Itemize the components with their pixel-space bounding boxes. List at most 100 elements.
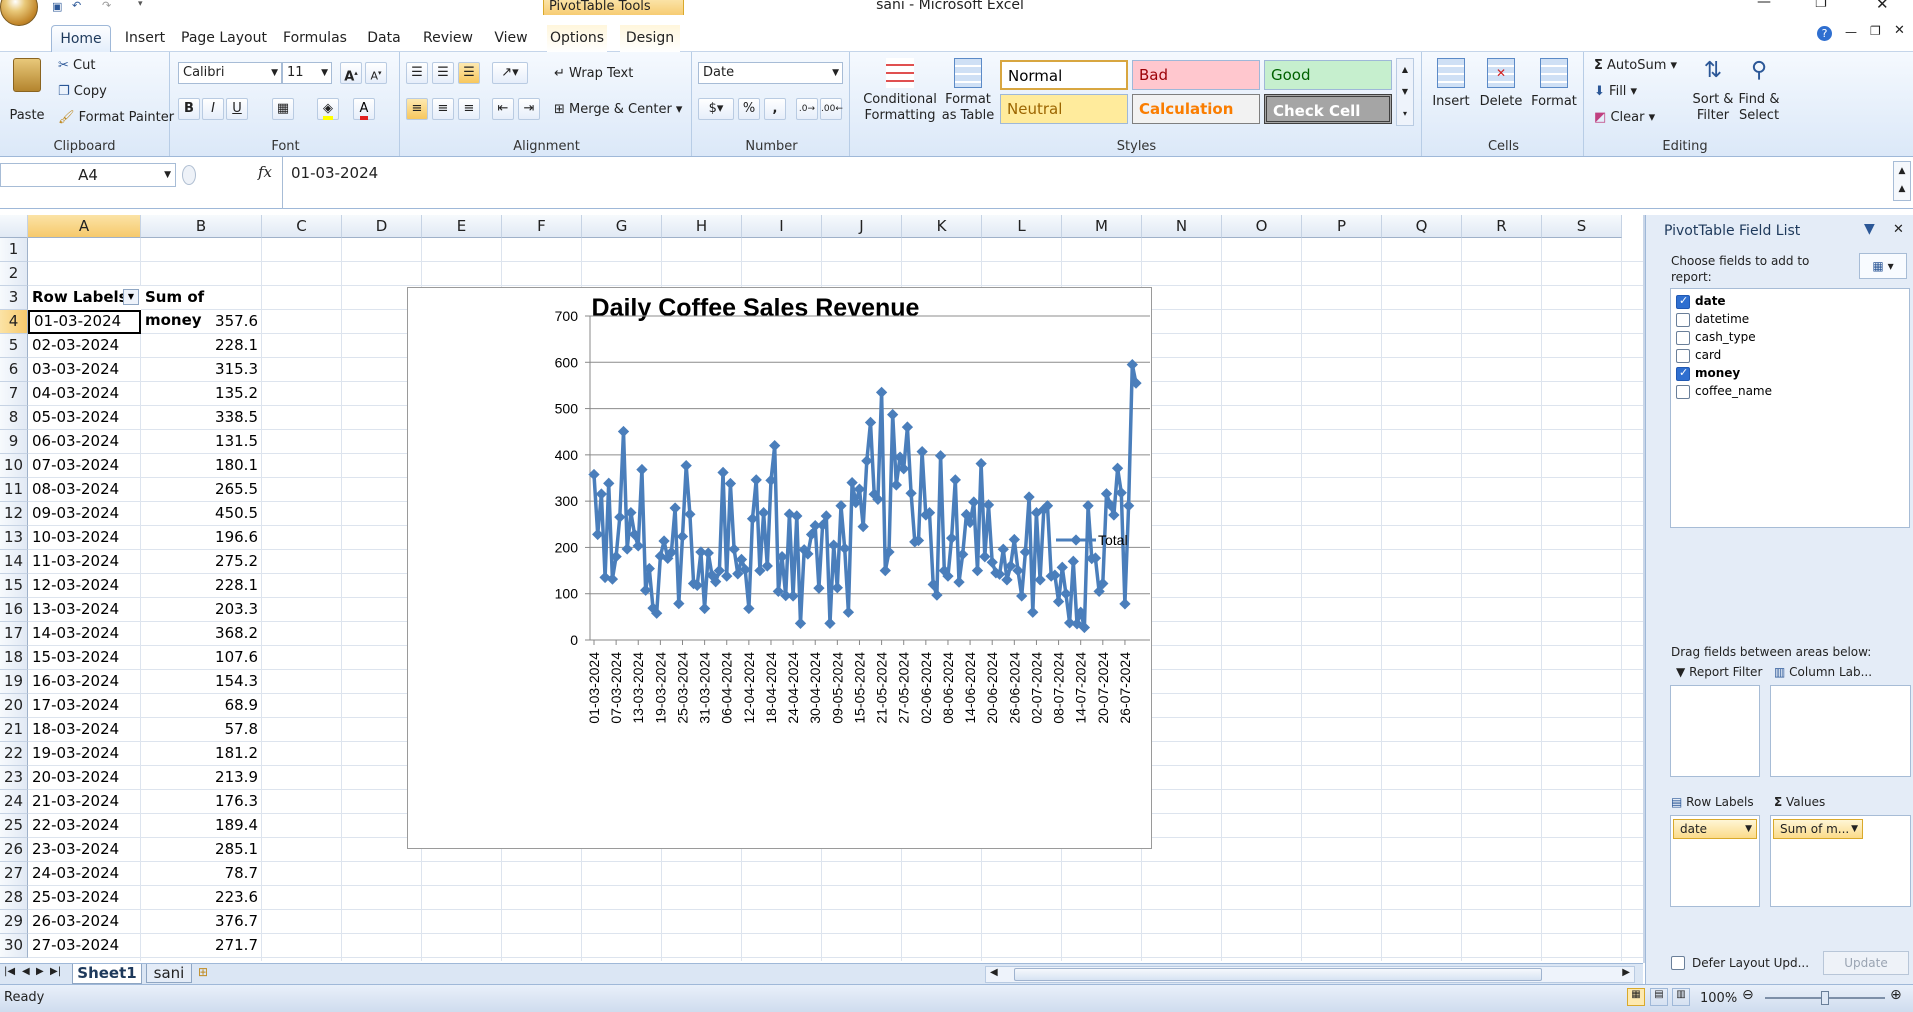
scroll-thumb[interactable] — [1014, 968, 1542, 981]
align-bottom-button[interactable]: ☰ — [458, 62, 480, 84]
column-header-e[interactable]: E — [422, 215, 502, 238]
cell-date[interactable]: 16-03-2024 — [28, 670, 141, 694]
percent-button[interactable]: % — [738, 98, 760, 120]
formula-expand-button[interactable]: ▲ ▲ — [1893, 161, 1911, 201]
column-header-k[interactable]: K — [902, 215, 982, 238]
conditional-formatting-button[interactable]: Conditional Formatting — [860, 58, 940, 124]
workbook-close-icon[interactable]: ✕ — [1894, 23, 1905, 38]
tab-home[interactable]: Home — [51, 25, 111, 52]
select-all-corner[interactable] — [0, 215, 28, 238]
zoom-slider-thumb[interactable] — [1821, 991, 1829, 1005]
column-header-d[interactable]: D — [342, 215, 422, 238]
row-header[interactable]: 22 — [0, 742, 28, 766]
underline-button[interactable]: U — [226, 98, 248, 120]
zoom-level[interactable]: 100% — [1700, 991, 1737, 1006]
format-as-table-button[interactable]: Format as Table — [936, 58, 1000, 124]
cut-button[interactable]: ✂ Cut — [58, 58, 95, 73]
cell-money[interactable]: 203.3 — [141, 598, 262, 622]
column-header-r[interactable]: R — [1462, 215, 1542, 238]
fill-color-button[interactable]: ◈ — [317, 98, 339, 120]
cell-money[interactable]: 450.5 — [141, 502, 262, 526]
row-header[interactable]: 26 — [0, 838, 28, 862]
row-header[interactable]: 25 — [0, 814, 28, 838]
copy-button[interactable]: ❐ Copy — [58, 84, 107, 99]
sheet-tab-sani[interactable]: sani — [146, 964, 192, 983]
field-checkbox-money[interactable] — [1676, 366, 1690, 381]
comma-button[interactable]: , — [764, 98, 786, 120]
styles-scroll-button[interactable]: ▲ ▼ ▾ — [1396, 58, 1414, 126]
column-header-i[interactable]: I — [742, 215, 822, 238]
field-checkbox-cash-type[interactable] — [1676, 331, 1690, 345]
shrink-font-button[interactable]: A▾ — [365, 62, 387, 84]
column-header-g[interactable]: G — [582, 215, 662, 238]
row-header[interactable]: 17 — [0, 622, 28, 646]
align-top-button[interactable]: ☰ — [406, 62, 428, 84]
column-header-s[interactable]: S — [1542, 215, 1622, 238]
restore-icon[interactable]: ❐ — [1815, 0, 1827, 11]
value-field-sum-money[interactable]: Sum of m... ▼ — [1773, 819, 1863, 839]
cell-date[interactable]: 20-03-2024 — [28, 766, 141, 790]
update-button[interactable]: Update — [1823, 951, 1909, 975]
row-header[interactable]: 7 — [0, 382, 28, 406]
field-label[interactable]: date — [1695, 294, 1726, 308]
tab-page-layout[interactable]: Page Layout — [180, 25, 268, 52]
tab-design[interactable]: Design — [620, 25, 680, 52]
increase-indent-button[interactable]: ⇥ — [518, 98, 540, 120]
undo-icon[interactable]: ↶ — [72, 0, 81, 12]
tab-review[interactable]: Review — [418, 25, 478, 52]
row-header[interactable]: 18 — [0, 646, 28, 670]
quick-access-dropdown-icon[interactable]: ▾ — [138, 0, 143, 9]
cell-money[interactable]: 176.3 — [141, 790, 262, 814]
chart-object[interactable]: Daily Coffee Sales Revenue 0 100 200 300 400… — [407, 287, 1152, 849]
cell-money[interactable]: 271.7 — [141, 934, 262, 958]
row-labels-area[interactable]: date ▼ — [1670, 815, 1760, 907]
row-header[interactable]: 5 — [0, 334, 28, 358]
cell-date[interactable]: 19-03-2024 — [28, 742, 141, 766]
pane-close-icon[interactable]: ✕ — [1893, 222, 1904, 237]
cell-date[interactable]: 23-03-2024 — [28, 838, 141, 862]
cell-money[interactable]: 57.8 — [141, 718, 262, 742]
pivot-sum-header[interactable]: Sum of money — [141, 286, 262, 329]
field-label[interactable]: money — [1695, 366, 1740, 380]
cell-date[interactable]: 12-03-2024 — [28, 574, 141, 598]
cell-date[interactable]: 13-03-2024 — [28, 598, 141, 622]
row-header[interactable]: 10 — [0, 454, 28, 478]
column-labels-area[interactable] — [1770, 685, 1911, 777]
font-color-button[interactable]: A — [353, 98, 375, 120]
report-filter-area[interactable] — [1670, 685, 1760, 777]
cell-date[interactable]: 27-03-2024 — [28, 934, 141, 958]
format-cells-button[interactable]: Format — [1528, 58, 1580, 109]
style-good[interactable]: Good — [1264, 60, 1392, 90]
field-checkbox-datetime[interactable] — [1676, 313, 1690, 327]
cell-date[interactable]: 11-03-2024 — [28, 550, 141, 574]
field-label[interactable]: datetime — [1695, 312, 1749, 326]
cell-date[interactable]: 25-03-2024 — [28, 886, 141, 910]
cell-money[interactable]: 223.6 — [141, 886, 262, 910]
horizontal-scrollbar[interactable]: ◀ ▶ — [985, 966, 1635, 983]
row-field-date[interactable]: date ▼ — [1673, 819, 1757, 839]
last-sheet-icon[interactable]: ▶| — [50, 966, 61, 977]
cell-money[interactable]: 213.9 — [141, 766, 262, 790]
number-format-select[interactable]: Date ▼ — [698, 62, 843, 84]
ribbon-restore-icon[interactable]: ❐ — [1870, 24, 1881, 38]
cell-money[interactable]: 228.1 — [141, 574, 262, 598]
cell-date[interactable]: 17-03-2024 — [28, 694, 141, 718]
cell-date[interactable]: 01-03-2024 — [28, 310, 141, 334]
fill-button[interactable]: ⬇ Fill ▾ — [1594, 84, 1637, 99]
values-area[interactable]: Sum of m... ▼ — [1770, 815, 1911, 907]
accounting-format-button[interactable]: $▾ — [698, 98, 734, 120]
cell-money[interactable]: 196.6 — [141, 526, 262, 550]
style-bad[interactable]: Bad — [1132, 60, 1260, 90]
row-header[interactable]: 21 — [0, 718, 28, 742]
row-header[interactable]: 27 — [0, 862, 28, 886]
zoom-in-icon[interactable]: ⊕ — [1890, 987, 1902, 1003]
row-header[interactable]: 23 — [0, 766, 28, 790]
worksheet-grid[interactable]: ABCDEFGHIJKLMNOPQRS 1 2 3 4 5 6 7 8 9 10 11 12 13 14 1… — [0, 215, 1643, 961]
next-sheet-icon[interactable]: ▶ — [36, 966, 44, 977]
cell-date[interactable]: 21-03-2024 — [28, 790, 141, 814]
zoom-out-icon[interactable]: ⊖ — [1742, 987, 1754, 1003]
row-header[interactable]: 3 — [0, 286, 28, 310]
clear-button[interactable]: ◩ Clear ▾ — [1594, 110, 1655, 125]
cell-date[interactable]: 09-03-2024 — [28, 502, 141, 526]
column-header-f[interactable]: F — [502, 215, 582, 238]
